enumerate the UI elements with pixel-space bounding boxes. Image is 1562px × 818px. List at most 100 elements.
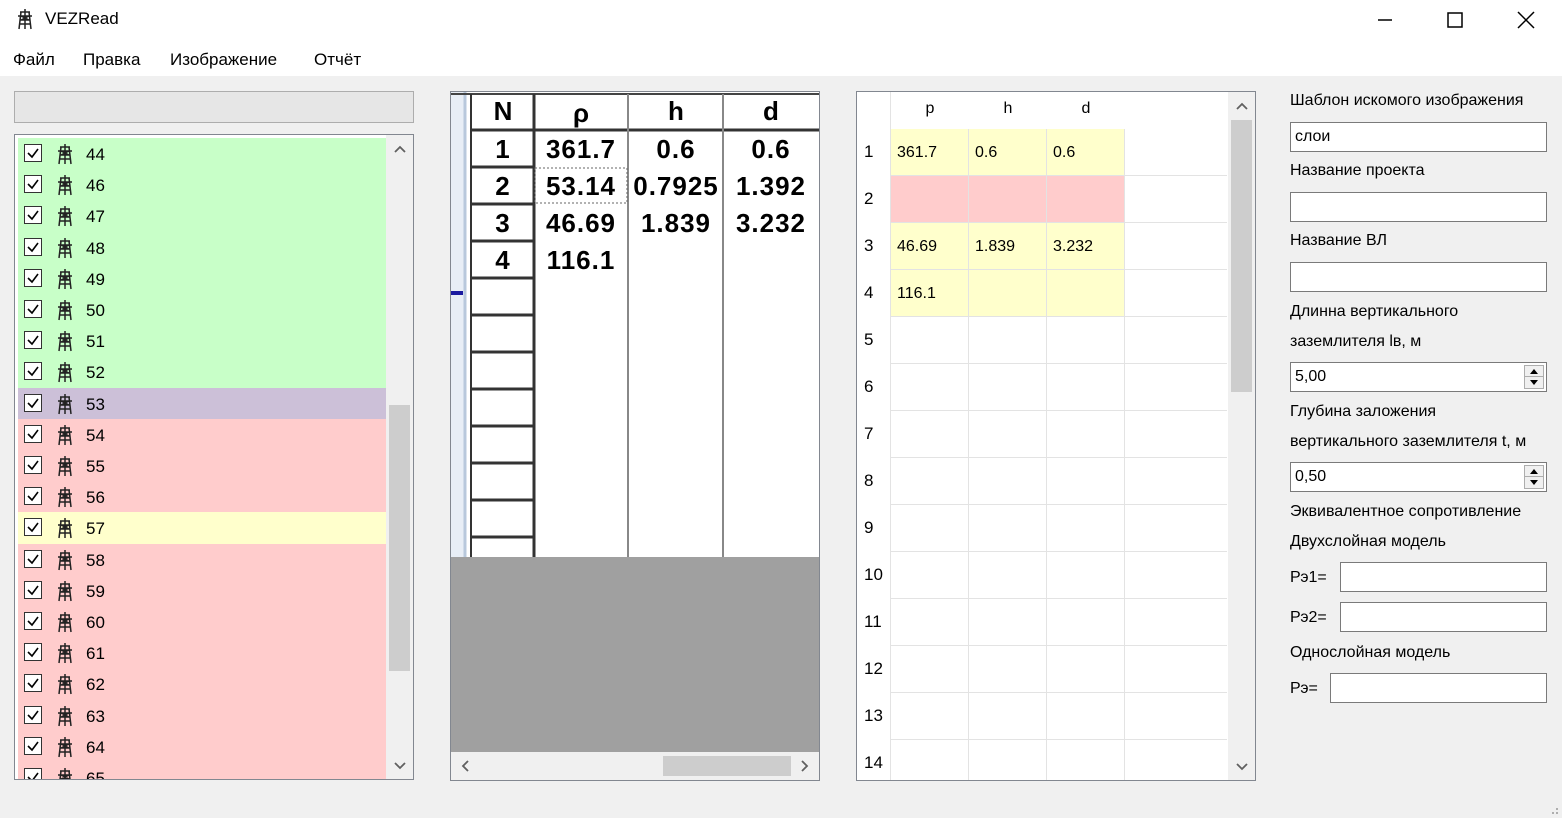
grid-cell[interactable] xyxy=(891,176,969,223)
grid-scroll-thumb[interactable] xyxy=(1231,120,1252,392)
depth-spinbox[interactable]: 0,50 xyxy=(1290,462,1547,492)
item-checkbox[interactable] xyxy=(24,549,42,568)
scroll-left-button[interactable] xyxy=(451,752,479,780)
grid-cell[interactable]: 1.839 xyxy=(969,223,1047,270)
grid-cell[interactable] xyxy=(969,599,1047,646)
image-viewer[interactable]: N ρ h d 1 361.7 0.6 0.6 2 53.14 0.7925 1.392 3 46… xyxy=(450,91,820,781)
grid-cell[interactable]: 3.232 xyxy=(1047,223,1125,270)
hscroll-thumb[interactable] xyxy=(663,756,791,776)
item-checkbox[interactable] xyxy=(24,268,42,287)
re2-input[interactable] xyxy=(1340,602,1547,632)
grid-cell[interactable] xyxy=(891,693,969,740)
list-item[interactable]: 44 xyxy=(18,138,386,170)
close-button[interactable] xyxy=(1491,0,1561,40)
item-checkbox[interactable] xyxy=(24,237,42,256)
item-checkbox[interactable] xyxy=(24,424,42,443)
resize-grip-icon[interactable] xyxy=(1549,805,1559,815)
grid-cell[interactable] xyxy=(891,364,969,411)
menu-image[interactable]: Изображение xyxy=(170,50,277,70)
result-grid[interactable]: p h d 1 361.7 0.6 0.6 2 3 46.69 1.839 3.232 4 116.… xyxy=(856,91,1256,781)
spin-up-icon[interactable] xyxy=(1525,366,1543,377)
grid-cell[interactable] xyxy=(891,552,969,599)
grid-cell[interactable] xyxy=(969,317,1047,364)
spin-up-icon[interactable] xyxy=(1525,466,1543,477)
item-checkbox[interactable] xyxy=(24,331,42,350)
grid-cell[interactable] xyxy=(969,693,1047,740)
scroll-thumb[interactable] xyxy=(389,405,410,671)
item-checkbox[interactable] xyxy=(24,612,42,630)
menu-report[interactable]: Отчёт xyxy=(314,50,361,70)
grid-cell[interactable] xyxy=(1047,646,1125,693)
item-checkbox[interactable] xyxy=(24,643,42,662)
grid-cell[interactable]: 0.6 xyxy=(969,129,1047,176)
list-item[interactable]: 51 xyxy=(18,325,386,357)
grid-cell[interactable] xyxy=(969,646,1047,693)
length-spin-buttons[interactable] xyxy=(1524,365,1544,389)
menu-file[interactable]: Файл xyxy=(13,50,55,70)
re1-input[interactable] xyxy=(1340,562,1547,592)
item-checkbox[interactable] xyxy=(24,736,42,755)
scroll-up-button[interactable] xyxy=(386,135,413,162)
scroll-right-button[interactable] xyxy=(791,752,819,780)
grid-cell[interactable] xyxy=(891,411,969,458)
list-item[interactable]: 56 xyxy=(18,481,386,513)
list-item[interactable]: 50 xyxy=(18,294,386,326)
list-item[interactable]: 47 xyxy=(18,200,386,232)
grid-cell[interactable]: 46.69 xyxy=(891,223,969,270)
grid-cell[interactable] xyxy=(1047,176,1125,223)
item-checkbox[interactable] xyxy=(24,705,42,724)
item-checkbox[interactable] xyxy=(24,175,42,194)
list-item[interactable]: 49 xyxy=(18,262,386,294)
grid-cell[interactable] xyxy=(1047,693,1125,740)
item-checkbox[interactable] xyxy=(24,144,42,162)
minimize-button[interactable] xyxy=(1350,0,1420,40)
grid-cell[interactable] xyxy=(1047,740,1125,780)
list-item[interactable]: 53 xyxy=(18,387,386,419)
list-item[interactable]: 65 xyxy=(18,762,386,779)
tower-list[interactable]: 44 46 47 48 49 50 51 52 53 54 55 56 57 58 59 60 61 62 63 64… xyxy=(14,134,414,780)
line-input[interactable] xyxy=(1290,262,1547,292)
spin-down-icon[interactable] xyxy=(1525,477,1543,488)
grid-cell[interactable] xyxy=(969,364,1047,411)
item-checkbox[interactable] xyxy=(24,456,42,474)
list-item[interactable]: 64 xyxy=(18,730,386,762)
depth-spin-buttons[interactable] xyxy=(1524,465,1544,489)
project-input[interactable] xyxy=(1290,192,1547,222)
grid-scroll-down-button[interactable] xyxy=(1228,753,1255,780)
spin-down-icon[interactable] xyxy=(1525,377,1543,388)
list-item[interactable]: 58 xyxy=(18,543,386,575)
item-checkbox[interactable] xyxy=(24,487,42,506)
list-item[interactable]: 61 xyxy=(18,637,386,669)
grid-cell[interactable] xyxy=(891,599,969,646)
item-checkbox[interactable] xyxy=(24,393,42,412)
scroll-down-button[interactable] xyxy=(386,752,413,779)
grid-cell[interactable]: 361.7 xyxy=(891,129,969,176)
item-checkbox[interactable] xyxy=(24,206,42,225)
list-item[interactable]: 60 xyxy=(18,606,386,638)
grid-cell[interactable] xyxy=(1047,411,1125,458)
list-item[interactable]: 63 xyxy=(18,699,386,731)
item-checkbox[interactable] xyxy=(24,300,42,318)
grid-cell[interactable] xyxy=(891,646,969,693)
re-input[interactable] xyxy=(1330,673,1547,703)
list-item[interactable]: 57 xyxy=(18,512,386,544)
list-item[interactable]: 48 xyxy=(18,231,386,263)
item-checkbox[interactable] xyxy=(24,362,42,381)
grid-cell[interactable] xyxy=(1047,317,1125,364)
list-item[interactable]: 46 xyxy=(18,169,386,201)
grid-cell[interactable] xyxy=(969,411,1047,458)
template-input[interactable]: слои xyxy=(1290,122,1547,152)
grid-cell[interactable] xyxy=(969,740,1047,780)
grid-scrollbar[interactable] xyxy=(1228,92,1255,780)
grid-cell[interactable] xyxy=(969,552,1047,599)
item-checkbox[interactable] xyxy=(24,768,42,779)
grid-cell[interactable] xyxy=(969,458,1047,505)
grid-cell[interactable] xyxy=(1047,505,1125,552)
list-item[interactable]: 59 xyxy=(18,574,386,606)
list-item[interactable]: 52 xyxy=(18,356,386,388)
grid-cell[interactable] xyxy=(1047,458,1125,505)
menu-edit[interactable]: Правка xyxy=(83,50,140,70)
grid-cell[interactable] xyxy=(1047,364,1125,411)
list-item[interactable]: 55 xyxy=(18,450,386,482)
maximize-button[interactable] xyxy=(1420,0,1490,40)
